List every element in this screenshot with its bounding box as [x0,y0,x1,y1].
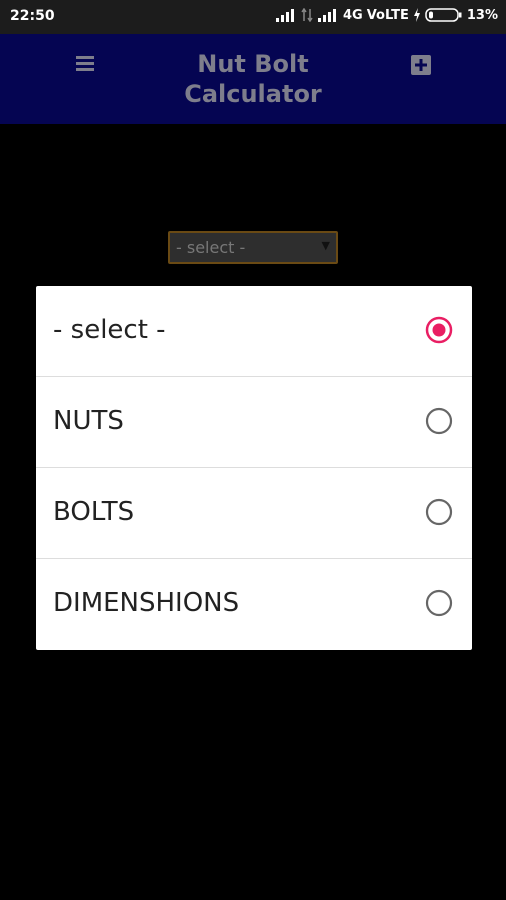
category-spinner[interactable]: - select - ▼ [168,231,338,264]
signal-icon [275,9,294,22]
option-bolts[interactable]: BOLTS [36,468,472,559]
battery-icon [425,8,462,22]
radio-unselected-icon[interactable] [425,589,453,617]
option-label: DIMENSHIONS [53,588,240,618]
spinner-value: - select - [176,238,246,257]
option-select[interactable]: - select - [36,286,472,377]
battery-level: 13% [466,7,498,23]
status-icons: 4G VoLTE 13% [275,7,498,23]
option-label: - select - [53,315,166,345]
app-title: Nut Bolt Calculator [184,50,322,108]
radio-unselected-icon[interactable] [425,498,453,526]
option-label: NUTS [53,406,124,436]
data-transfer-icon [301,8,313,22]
radio-unselected-icon[interactable] [425,407,453,435]
option-dimenshions[interactable]: DIMENSHIONS [36,559,472,650]
dropdown-arrow-icon: ▼ [321,239,330,252]
add-icon[interactable] [410,54,432,76]
network-type: 4G [342,7,363,23]
radio-selected-icon[interactable] [425,316,453,344]
volte-indicator: VoLTE [366,7,409,23]
option-nuts[interactable]: NUTS [36,377,472,468]
signal-icon-2 [317,9,336,22]
charging-icon [413,8,420,22]
status-time: 22:50 [10,8,55,24]
category-selection-dialog: - select - NUTS BOLTS DIMENSHIONS [36,286,472,650]
status-bar: 22:50 4G VoLTE 13% [0,0,506,34]
menu-icon[interactable] [74,52,96,74]
option-label: BOLTS [53,497,135,527]
app-bar: Nut Bolt Calculator [0,34,506,124]
